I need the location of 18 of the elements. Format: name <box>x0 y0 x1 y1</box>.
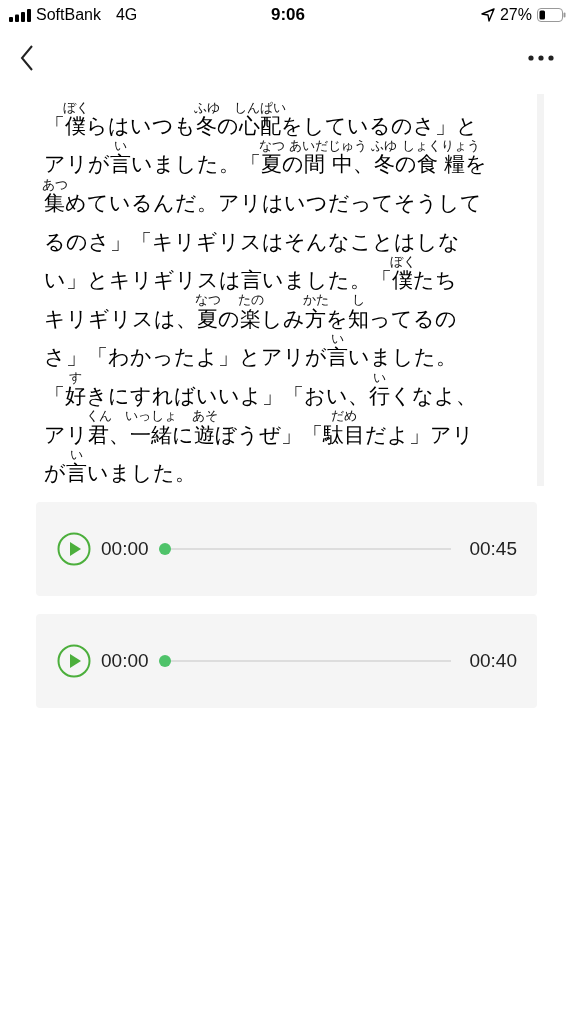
battery-percent: 27% <box>499 6 532 24</box>
network-type: 4G <box>115 6 138 24</box>
back-button[interactable] <box>18 43 36 73</box>
play-button[interactable] <box>57 643 91 678</box>
progress-thumb[interactable] <box>158 654 171 667</box>
clock-time: 9:06 <box>270 5 306 25</box>
current-time: 00:00 <box>101 537 149 560</box>
location-arrow-icon <box>480 8 495 22</box>
more-options-button[interactable] <box>526 53 556 63</box>
total-duration: 00:45 <box>469 537 517 560</box>
battery-icon <box>537 8 566 22</box>
current-time: 00:00 <box>101 649 149 672</box>
progress-thumb[interactable] <box>158 542 171 555</box>
total-duration: 00:40 <box>469 649 517 672</box>
story-text: ぼく ふゆ しんぱい 「僕らはいつも冬の心配をしているのさ」と い なつ あいだじゅう ふゆ しょくりょう アリが言いました。「夏の間 中、冬の食 糧を あつ 集めているんだ。アリはいつだってそうして るのさ」「キリギリスはそんなことはしな ぼく い」とキリギリスは言いました。「僕たち なつ たの かた し キリギリスは、夏の楽 しみ方を知 ってるの い さ」「わかったよ」とアリが言いました。 す い 「好きにすればいいよ」「おい、行 くなよ、 くん いっしょ あそ だめ アリ 君、一緒に遊ぼうぜ」「駄目 だよ」アリ い が言いました。 <box>44 98 489 486</box>
play-button[interactable] <box>57 531 91 566</box>
signal-icon <box>9 8 31 22</box>
carrier-name: SoftBank <box>36 6 101 24</box>
